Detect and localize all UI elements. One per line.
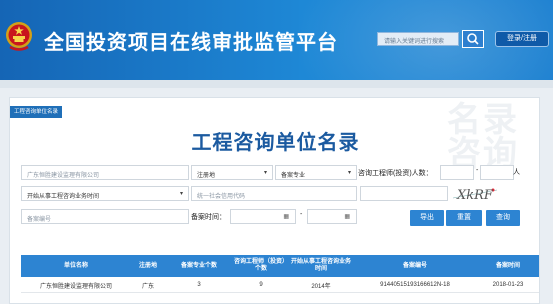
- cell-region: 广东: [141, 283, 154, 290]
- date-range-dash: -: [300, 211, 303, 218]
- query-button[interactable]: 查询: [486, 210, 520, 226]
- column-header: 备案时间: [495, 262, 520, 269]
- header-divider: [0, 80, 553, 88]
- record-time-start-input[interactable]: ▦: [230, 209, 296, 224]
- section-tag: 工程咨询单位名录: [10, 106, 63, 118]
- record-time-label: 备案时间：: [191, 214, 226, 221]
- search-input[interactable]: 请输入关键词进行搜索: [377, 32, 459, 46]
- person-unit: 人: [513, 169, 520, 176]
- table-row[interactable]: 广东恒胜建设监理有限公司 广东 3 9 2014年 91440515193166…: [21, 277, 539, 293]
- start-time-select-value: 开始从事工程咨询业务时间: [27, 194, 100, 200]
- export-button[interactable]: 导出: [410, 210, 444, 226]
- cell-record-date: 2018-01-23: [492, 282, 524, 288]
- cell-specialty-count: 3: [197, 282, 201, 288]
- region-select-value: 注册地: [197, 173, 216, 179]
- page-title: 工程咨询单位名录: [191, 132, 360, 154]
- chevron-down-icon: ▾: [347, 170, 351, 176]
- credit-code-input[interactable]: 统一社会信用代码: [191, 186, 357, 201]
- results-table-header: 单位名称 注册地 备案专业个数 咨询工程师（投资）个数 开始从事工程咨询业务时间…: [21, 255, 539, 277]
- region-select[interactable]: 注册地 ▾: [191, 165, 273, 180]
- engineer-count-label: 咨询工程师(投资)人数：: [358, 170, 433, 177]
- national-emblem-icon: [6, 22, 32, 51]
- site-header: 全国投资项目在线审批监管平台 请输入关键词进行搜索 登录/注册: [0, 0, 553, 80]
- column-header: 咨询工程师（投资）个数: [233, 259, 288, 272]
- engineer-count-max-input[interactable]: [480, 165, 514, 180]
- directory-panel: 工程咨询单位名录 名录咨询 工程咨询单位名录 广东恒胜建设监理有限公司 注册地 …: [9, 97, 540, 304]
- record-number-input[interactable]: 备案编号: [21, 209, 189, 224]
- cell-start-year: 2014年: [311, 283, 331, 290]
- chevron-down-icon: ▾: [179, 191, 183, 197]
- captcha-image[interactable]: XkRF: [453, 186, 497, 202]
- captcha-text: XkRF: [456, 188, 494, 202]
- engineer-count-min-input[interactable]: [440, 165, 474, 180]
- captcha-input[interactable]: [360, 186, 448, 201]
- start-time-select[interactable]: 开始从事工程咨询业务时间 ▾: [21, 186, 189, 201]
- search-button[interactable]: [462, 30, 484, 48]
- column-header: 备案专业个数: [180, 262, 217, 269]
- record-time-end-input[interactable]: ▦: [307, 209, 357, 224]
- cell-engineer-count: 9: [259, 282, 263, 288]
- company-name-input[interactable]: 广东恒胜建设监理有限公司: [21, 165, 189, 180]
- login-register-button[interactable]: 登录/注册: [495, 31, 549, 47]
- search-icon: [467, 33, 479, 45]
- specialty-select-value: 备案专业: [281, 173, 306, 179]
- specialty-select[interactable]: 备案专业 ▾: [275, 165, 357, 180]
- calendar-icon: ▦: [283, 214, 289, 220]
- chevron-down-icon: ▾: [263, 170, 267, 176]
- captcha-graphic: XkRF: [453, 186, 497, 202]
- calendar-icon: ▦: [344, 214, 350, 220]
- reset-button[interactable]: 重置: [446, 210, 482, 226]
- cell-company-name[interactable]: 广东恒胜建设监理有限公司: [21, 277, 131, 293]
- column-header: 备案编号: [402, 262, 427, 269]
- cell-record-number: 91440515193166612N-18: [380, 282, 450, 288]
- column-header: 单位名称: [63, 262, 88, 269]
- column-header: 注册地: [138, 262, 157, 269]
- range-dash: -: [476, 167, 479, 174]
- site-title: 全国投资项目在线审批监管平台: [44, 32, 338, 54]
- column-header: 开始从事工程咨询业务时间: [290, 259, 351, 272]
